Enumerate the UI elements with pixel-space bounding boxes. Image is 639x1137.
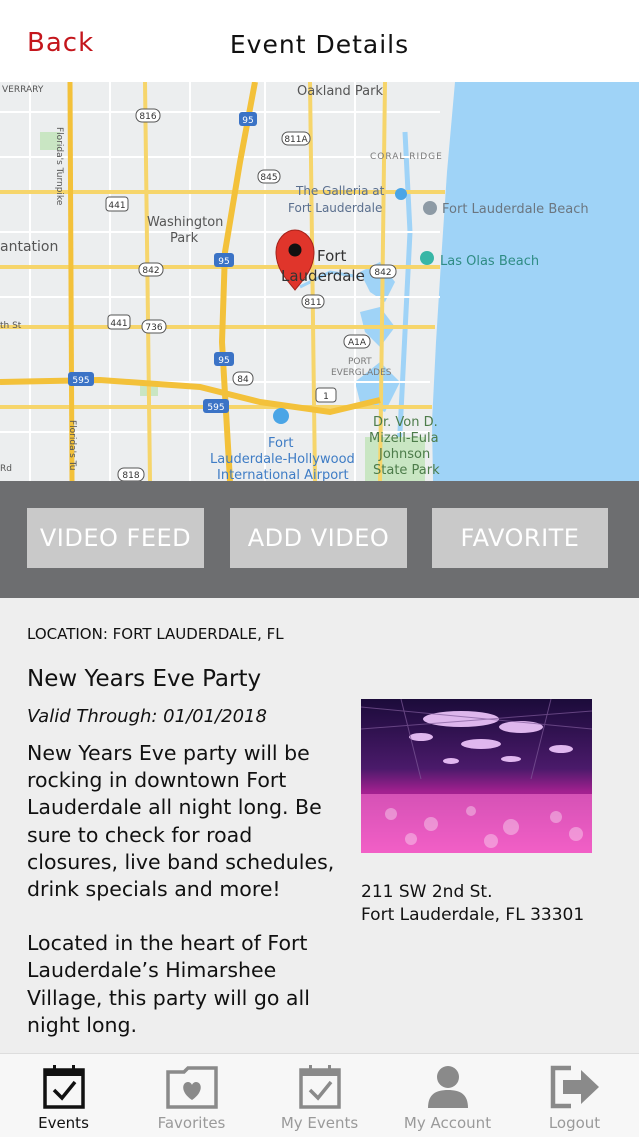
svg-text:595: 595 [207, 403, 224, 413]
svg-text:CORAL RIDGE: CORAL RIDGE [370, 152, 443, 162]
svg-text:736: 736 [145, 323, 162, 333]
svg-text:95: 95 [218, 356, 229, 366]
svg-text:811A: 811A [284, 135, 308, 145]
event-photo [361, 699, 592, 853]
svg-text:Florida's Turnpike: Florida's Turnpike [54, 127, 64, 206]
svg-text:1: 1 [323, 392, 329, 402]
svg-text:th St: th St [0, 321, 22, 331]
action-button-bar: VIDEO FEED ADD VIDEO FAVORITE [0, 481, 639, 598]
svg-text:Mizell-Eula: Mizell-Eula [369, 431, 439, 446]
event-description: New Years Eve party will be rocking in d… [27, 740, 342, 1053]
svg-text:595: 595 [72, 376, 89, 386]
header: Back Event Details [0, 0, 639, 82]
event-details: LOCATION: FORT LAUDERDALE, FL New Years … [0, 598, 639, 1053]
svg-text:95: 95 [218, 257, 229, 267]
tab-label: Favorites [157, 1114, 226, 1132]
tab-label: My Events [280, 1114, 359, 1132]
svg-text:State Park: State Park [373, 463, 440, 478]
svg-text:antation: antation [0, 239, 58, 255]
svg-text:Oakland Park: Oakland Park [297, 84, 383, 99]
tab-my-events[interactable]: My Events [256, 1054, 383, 1137]
svg-text:Lauderdale-Hollywood: Lauderdale-Hollywood [210, 452, 355, 467]
svg-text:Dr. Von D.: Dr. Von D. [373, 415, 438, 430]
description-paragraph: Located in the heart of Fort Lauderdale’… [27, 931, 310, 1037]
valid-through: Valid Through: 01/01/2018 [27, 706, 267, 727]
svg-text:Rd: Rd [0, 464, 12, 474]
svg-text:818: 818 [122, 471, 139, 481]
event-address: 211 SW 2nd St. Fort Lauderdale, FL 33301 [361, 881, 584, 927]
calendar-check-icon [42, 1065, 85, 1109]
tab-label: My Account [403, 1114, 492, 1132]
tab-bar: Events Favorites My Events My Account Lo… [0, 1053, 639, 1137]
svg-text:Washington: Washington [147, 215, 223, 230]
svg-text:VERRARY: VERRARY [2, 85, 44, 95]
svg-text:Florida's Tu: Florida's Tu [67, 420, 77, 470]
map-canvas[interactable]: 816 95 811A 845 441 842 95 811 441 736 A… [0, 82, 639, 481]
svg-text:International Airport: International Airport [217, 468, 349, 481]
event-location: LOCATION: FORT LAUDERDALE, FL [27, 625, 284, 643]
svg-text:Fort: Fort [317, 247, 346, 265]
tab-logout[interactable]: Logout [511, 1054, 638, 1137]
page-title: Event Details [229, 30, 410, 59]
svg-text:842: 842 [142, 266, 159, 276]
svg-text:816: 816 [139, 112, 156, 122]
video-feed-button[interactable]: VIDEO FEED [27, 508, 204, 568]
calendar-check-icon [298, 1065, 341, 1109]
svg-text:811: 811 [304, 298, 321, 308]
address-line: Fort Lauderdale, FL 33301 [361, 905, 585, 925]
svg-text:842: 842 [374, 268, 391, 278]
heart-folder-icon [165, 1066, 218, 1109]
svg-text:441: 441 [110, 319, 127, 329]
event-map[interactable]: 816 95 811A 845 441 842 95 811 441 736 A… [0, 82, 639, 481]
svg-text:Fort Lauderdale Beach: Fort Lauderdale Beach [442, 202, 589, 217]
svg-text:Fort Lauderdale: Fort Lauderdale [288, 201, 382, 215]
svg-text:84: 84 [237, 375, 249, 385]
add-video-button[interactable]: ADD VIDEO [230, 508, 407, 568]
svg-text:95: 95 [242, 116, 253, 126]
svg-text:PORT: PORT [348, 357, 372, 367]
svg-text:Johnson: Johnson [378, 447, 430, 462]
tab-favorites[interactable]: Favorites [128, 1054, 255, 1137]
logout-arrow-icon [550, 1065, 599, 1109]
tab-label: Logout [548, 1114, 601, 1132]
svg-text:A1A: A1A [348, 338, 367, 348]
svg-text:Fort: Fort [268, 436, 293, 451]
tab-label: Events [38, 1114, 89, 1132]
tab-my-account[interactable]: My Account [384, 1054, 511, 1137]
favorite-button[interactable]: FAVORITE [432, 508, 608, 568]
event-title: New Years Eve Party [27, 666, 262, 692]
svg-text:845: 845 [260, 173, 277, 183]
tab-events[interactable]: Events [0, 1054, 127, 1137]
svg-text:Las Olas Beach: Las Olas Beach [440, 254, 539, 269]
svg-text:Park: Park [170, 231, 199, 246]
svg-text:EVERGLADES: EVERGLADES [331, 368, 392, 378]
svg-text:The Galleria at: The Galleria at [295, 184, 385, 198]
svg-text:441: 441 [108, 201, 125, 211]
user-icon [427, 1066, 468, 1108]
description-paragraph: New Years Eve party will be rocking in d… [27, 741, 335, 902]
address-line: 211 SW 2nd St. [361, 882, 493, 902]
svg-text:Lauderdale: Lauderdale [281, 267, 365, 285]
